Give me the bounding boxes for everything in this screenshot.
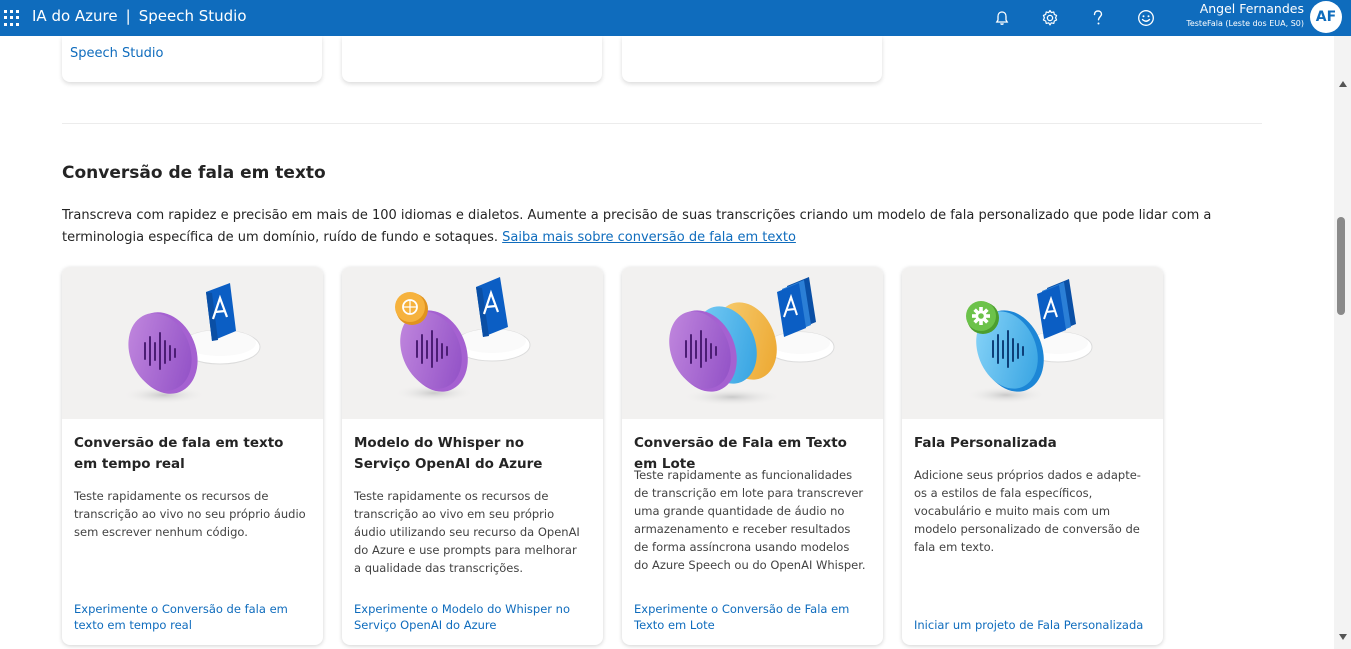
card-link-whisper[interactable]: Experimente o Modelo do Whisper no Servi… bbox=[354, 601, 594, 633]
card-illustration bbox=[902, 267, 1163, 419]
help-icon[interactable] bbox=[1086, 6, 1110, 30]
custom-speech-illustration-icon bbox=[966, 279, 1093, 404]
section-description: Transcreva com rapidez e precisão em mai… bbox=[62, 205, 1262, 249]
card-batch-stt[interactable]: Conversão de Fala em Texto em Lote Teste… bbox=[622, 267, 883, 645]
card-illustration bbox=[342, 267, 603, 419]
speech-to-text-illustration-icon bbox=[122, 283, 261, 404]
avatar[interactable]: AF bbox=[1310, 1, 1342, 33]
section-title: Conversão de fala em texto bbox=[62, 163, 326, 183]
card-description: Teste rapidamente os recursos de transcr… bbox=[74, 489, 306, 539]
learn-more-link[interactable]: Saiba mais sobre conversão de fala em te… bbox=[502, 230, 796, 245]
card-illustration bbox=[622, 267, 883, 419]
card-illustration bbox=[62, 267, 323, 419]
card-description: Teste rapidamente as funcionalidades de … bbox=[634, 468, 866, 572]
scroll-up-arrow-icon[interactable] bbox=[1339, 81, 1347, 87]
user-name[interactable]: Angel Fernandes bbox=[1170, 1, 1304, 16]
previous-card-1[interactable]: Speech Studio bbox=[62, 36, 322, 82]
tenant-label[interactable]: TesteFala (Leste dos EUA, S0) bbox=[1170, 18, 1304, 30]
whisper-illustration-icon bbox=[394, 277, 531, 402]
card-whisper-openai[interactable]: Modelo do Whisper no Serviço OpenAI do A… bbox=[342, 267, 603, 645]
gear-icon[interactable] bbox=[1038, 6, 1062, 30]
previous-card-3[interactable] bbox=[622, 36, 882, 82]
app-title[interactable]: IA do Azure bbox=[32, 7, 118, 25]
card-realtime-stt[interactable]: Conversão de fala em texto em tempo real… bbox=[62, 267, 323, 645]
bell-icon[interactable] bbox=[990, 6, 1014, 30]
user-info[interactable]: Angel Fernandes TesteFala (Leste dos EUA… bbox=[1170, 1, 1304, 30]
waffle-menu-icon[interactable] bbox=[4, 10, 20, 26]
card-title: Fala Personalizada bbox=[914, 435, 1057, 451]
scroll-down-arrow-icon[interactable] bbox=[1339, 634, 1347, 640]
app-brand[interactable]: IA do Azure | Speech Studio bbox=[32, 7, 247, 25]
card-title: Conversão de fala em texto em tempo real bbox=[74, 435, 284, 472]
batch-transcription-illustration-icon bbox=[669, 277, 835, 406]
previous-card-link[interactable]: Speech Studio bbox=[70, 46, 163, 61]
previous-card-2[interactable] bbox=[342, 36, 602, 82]
card-title: Modelo do Whisper no Serviço OpenAI do A… bbox=[354, 435, 543, 472]
card-custom-speech[interactable]: Fala Personalizada Adicione seus próprio… bbox=[902, 267, 1163, 645]
section-divider bbox=[62, 123, 1262, 124]
card-description: Teste rapidamente os recursos de transcr… bbox=[354, 489, 580, 575]
smiley-icon[interactable] bbox=[1134, 6, 1158, 30]
top-bar: IA do Azure | Speech Studio Angel Fernande… bbox=[0, 0, 1351, 36]
card-link-batch[interactable]: Experimente o Conversão de Fala em Texto… bbox=[634, 601, 874, 633]
card-link-custom-speech[interactable]: Iniciar um projeto de Fala Personalizada bbox=[914, 617, 1154, 633]
vertical-scrollbar[interactable] bbox=[1334, 36, 1351, 649]
card-link-realtime[interactable]: Experimente o Conversão de fala em texto… bbox=[74, 601, 314, 633]
brand-separator: | bbox=[125, 7, 131, 25]
product-name[interactable]: Speech Studio bbox=[139, 7, 247, 25]
card-description: Adicione seus próprios dados e adapte-os… bbox=[914, 468, 1141, 554]
scroll-thumb[interactable] bbox=[1337, 217, 1345, 315]
